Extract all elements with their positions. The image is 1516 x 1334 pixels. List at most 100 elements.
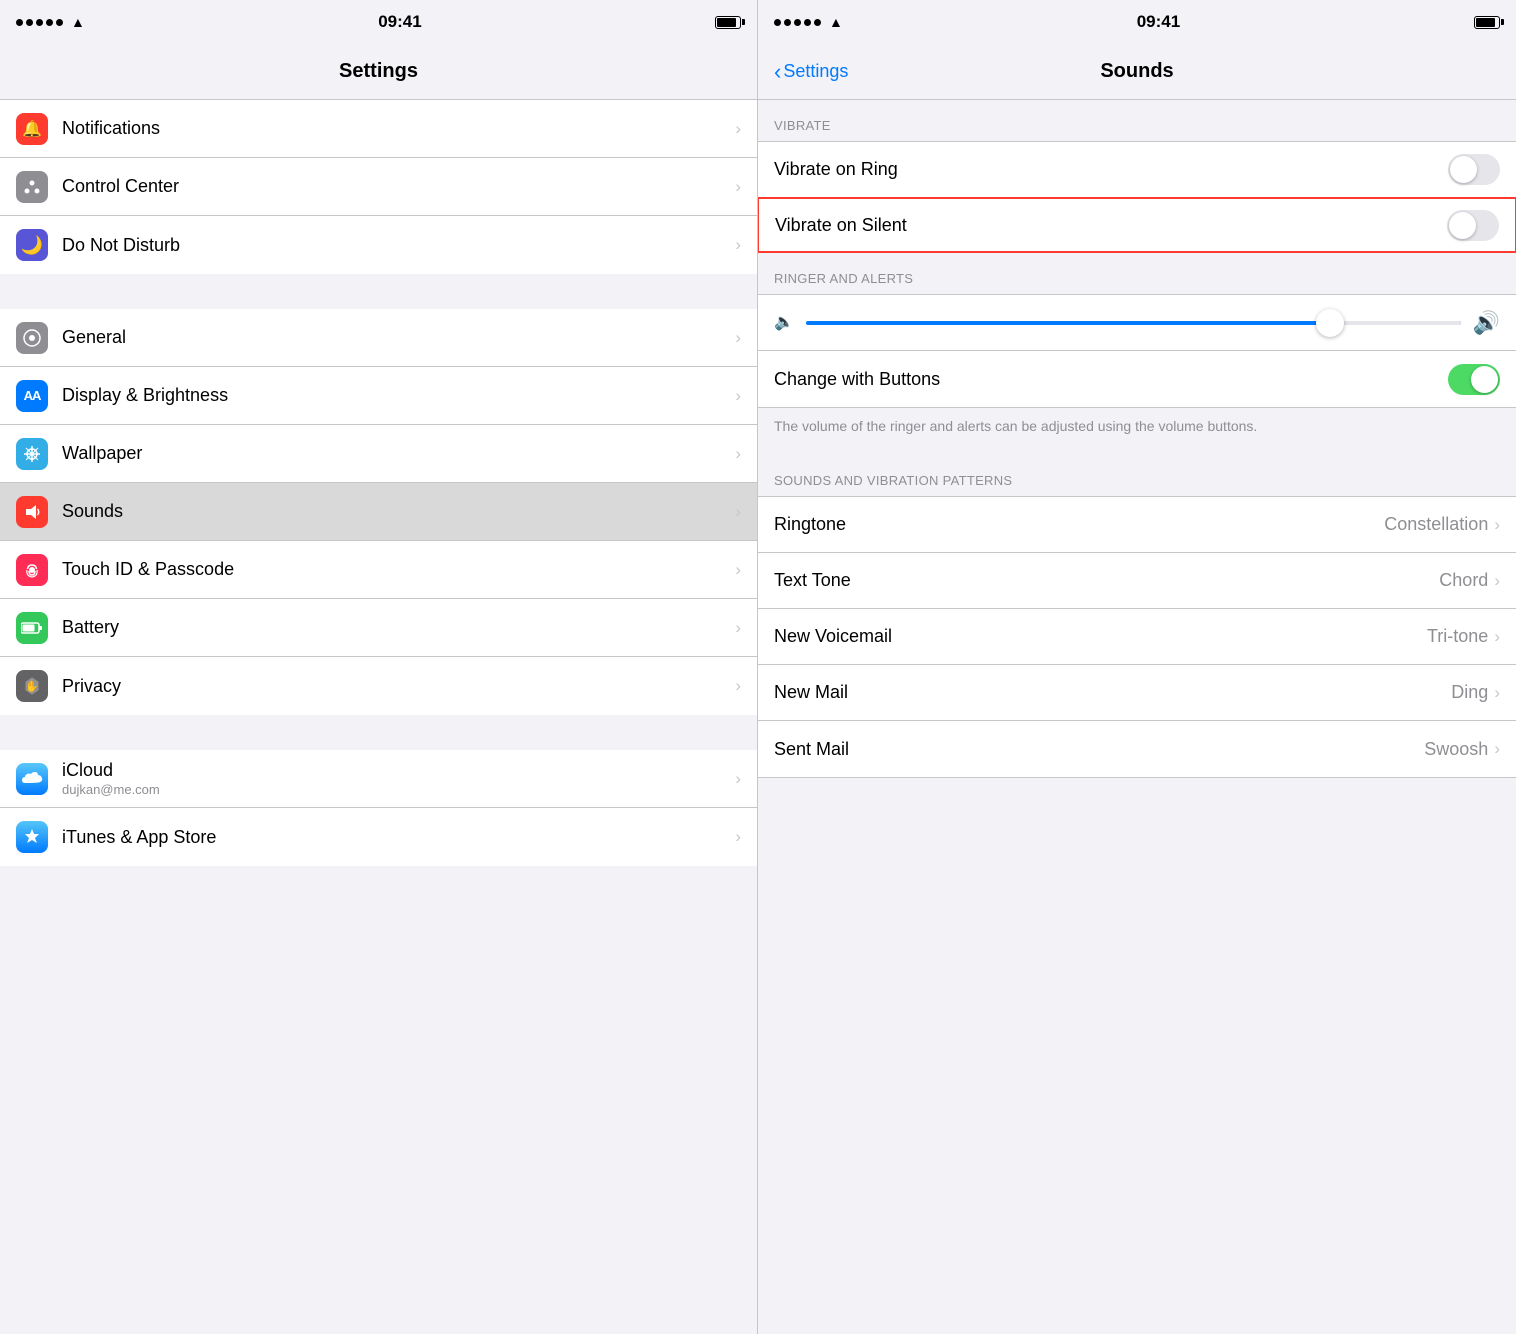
vibrate-silent-toggle[interactable] (1447, 210, 1499, 241)
battery-chevron: › (735, 618, 741, 638)
wifi-icon: ▲ (71, 14, 85, 30)
left-nav-header: Settings (0, 44, 757, 100)
appstore-icon (16, 821, 48, 853)
back-button[interactable]: ‹ Settings (774, 59, 848, 85)
change-with-buttons-thumb (1471, 366, 1498, 393)
signal-dots (16, 19, 63, 26)
general-label: General (62, 327, 126, 347)
icloud-sublabel: dujkan@me.com (62, 782, 729, 797)
privacy-icon: ✋ (16, 670, 48, 702)
control-center-label: Control Center (62, 176, 179, 196)
new-mail-row[interactable]: New Mail Ding › (758, 665, 1516, 721)
text-tone-label: Text Tone (774, 570, 1439, 591)
new-voicemail-chevron: › (1494, 627, 1500, 647)
wallpaper-chevron: › (735, 444, 741, 464)
battery-fill (717, 18, 736, 27)
volume-high-icon: 🔊 (1473, 312, 1500, 334)
ringtone-row[interactable]: Ringtone Constellation › (758, 497, 1516, 553)
group-spacer-3 (0, 866, 757, 901)
display-chevron: › (735, 386, 741, 406)
privacy-label: Privacy (62, 676, 121, 696)
notifications-label: Notifications (62, 118, 160, 138)
settings-row-control-center[interactable]: Control Center › (0, 158, 757, 216)
touchid-chevron: › (735, 560, 741, 580)
do-not-disturb-chevron: › (735, 235, 741, 255)
sounds-chevron: › (735, 502, 741, 522)
group-spacer-1 (0, 274, 757, 309)
settings-row-sounds[interactable]: Sounds › (0, 483, 757, 541)
battery-icon (715, 16, 741, 29)
vibrate-ring-label: Vibrate on Ring (774, 159, 1448, 180)
right-dot-3 (794, 19, 801, 26)
ringer-header: RINGER AND ALERTS (758, 253, 1516, 294)
ringer-group: 🔈 🔊 Change with Buttons (758, 294, 1516, 408)
do-not-disturb-label: Do Not Disturb (62, 235, 180, 255)
new-voicemail-value: Tri-tone (1427, 626, 1488, 647)
sent-mail-row[interactable]: Sent Mail Swoosh › (758, 721, 1516, 777)
settings-row-wallpaper[interactable]: Wallpaper › (0, 425, 757, 483)
display-text: Display & Brightness (62, 385, 729, 406)
volume-row: 🔈 🔊 (758, 295, 1516, 351)
right-nav-header: ‹ Settings Sounds (758, 44, 1516, 100)
right-signal-area: ▲ (774, 14, 843, 30)
ringer-info-text: The volume of the ringer and alerts can … (758, 408, 1516, 455)
change-with-buttons-toggle[interactable] (1448, 364, 1500, 395)
itunes-text: iTunes & App Store (62, 827, 729, 848)
notifications-icon: 🔔 (16, 113, 48, 145)
dot-4 (46, 19, 53, 26)
volume-slider-track[interactable] (806, 321, 1461, 325)
left-time: 09:41 (378, 12, 421, 32)
right-signal-dots (774, 19, 821, 26)
settings-group-1: 🔔 Notifications › Control Center › (0, 100, 757, 274)
dot-3 (36, 19, 43, 26)
back-chevron-icon: ‹ (774, 59, 781, 85)
privacy-text: Privacy (62, 676, 729, 697)
new-mail-label: New Mail (774, 682, 1451, 703)
slider-thumb[interactable] (1316, 309, 1344, 337)
wallpaper-icon (16, 438, 48, 470)
volume-low-icon: 🔈 (774, 315, 794, 331)
touchid-icon (16, 554, 48, 586)
settings-row-privacy[interactable]: ✋ Privacy › (0, 657, 757, 715)
settings-row-display[interactable]: AA Display & Brightness › (0, 367, 757, 425)
battery-label: Battery (62, 617, 119, 637)
vibrate-ring-thumb (1450, 156, 1477, 183)
vibrate-header: VIBRATE (758, 100, 1516, 141)
display-icon: AA (16, 380, 48, 412)
vibrate-ring-row[interactable]: Vibrate on Ring (758, 142, 1516, 198)
ringtone-label: Ringtone (774, 514, 1384, 535)
sounds-text: Sounds (62, 501, 729, 522)
change-with-buttons-label: Change with Buttons (774, 369, 1448, 390)
settings-row-icloud[interactable]: iCloud dujkan@me.com › (0, 750, 757, 808)
left-panel: ▲ 09:41 Settings 🔔 Notifications › (0, 0, 758, 1334)
settings-row-itunes[interactable]: iTunes & App Store › (0, 808, 757, 866)
new-voicemail-row[interactable]: New Voicemail Tri-tone › (758, 609, 1516, 665)
settings-row-touchid[interactable]: Touch ID & Passcode › (0, 541, 757, 599)
vibrate-silent-thumb (1449, 212, 1476, 239)
settings-list: 🔔 Notifications › Control Center › (0, 100, 757, 1334)
settings-row-general[interactable]: General › (0, 309, 757, 367)
svg-text:✋: ✋ (25, 680, 39, 693)
itunes-chevron: › (735, 827, 741, 847)
settings-row-battery[interactable]: Battery › (0, 599, 757, 657)
text-tone-chevron: › (1494, 571, 1500, 591)
vibrate-silent-label: Vibrate on Silent (775, 215, 1447, 236)
icloud-label: iCloud (62, 760, 113, 780)
vibrate-silent-row[interactable]: Vibrate on Silent (758, 197, 1516, 253)
right-time: 09:41 (1137, 12, 1180, 32)
dot-1 (16, 19, 23, 26)
vibrate-ring-toggle[interactable] (1448, 154, 1500, 185)
right-dot-1 (774, 19, 781, 26)
settings-row-do-not-disturb[interactable]: 🌙 Do Not Disturb › (0, 216, 757, 274)
touchid-text: Touch ID & Passcode (62, 559, 729, 580)
text-tone-row[interactable]: Text Tone Chord › (758, 553, 1516, 609)
battery-text: Battery (62, 617, 729, 638)
change-with-buttons-row[interactable]: Change with Buttons (758, 351, 1516, 407)
settings-row-notifications[interactable]: 🔔 Notifications › (0, 100, 757, 158)
dot-5 (56, 19, 63, 26)
right-panel: ▲ 09:41 ‹ Settings Sounds VIBRATE Vibrat… (758, 0, 1516, 1334)
display-label: Display & Brightness (62, 385, 228, 405)
slider-track-bg (1330, 321, 1461, 325)
left-battery-area (715, 16, 741, 29)
sent-mail-value: Swoosh (1424, 739, 1488, 760)
